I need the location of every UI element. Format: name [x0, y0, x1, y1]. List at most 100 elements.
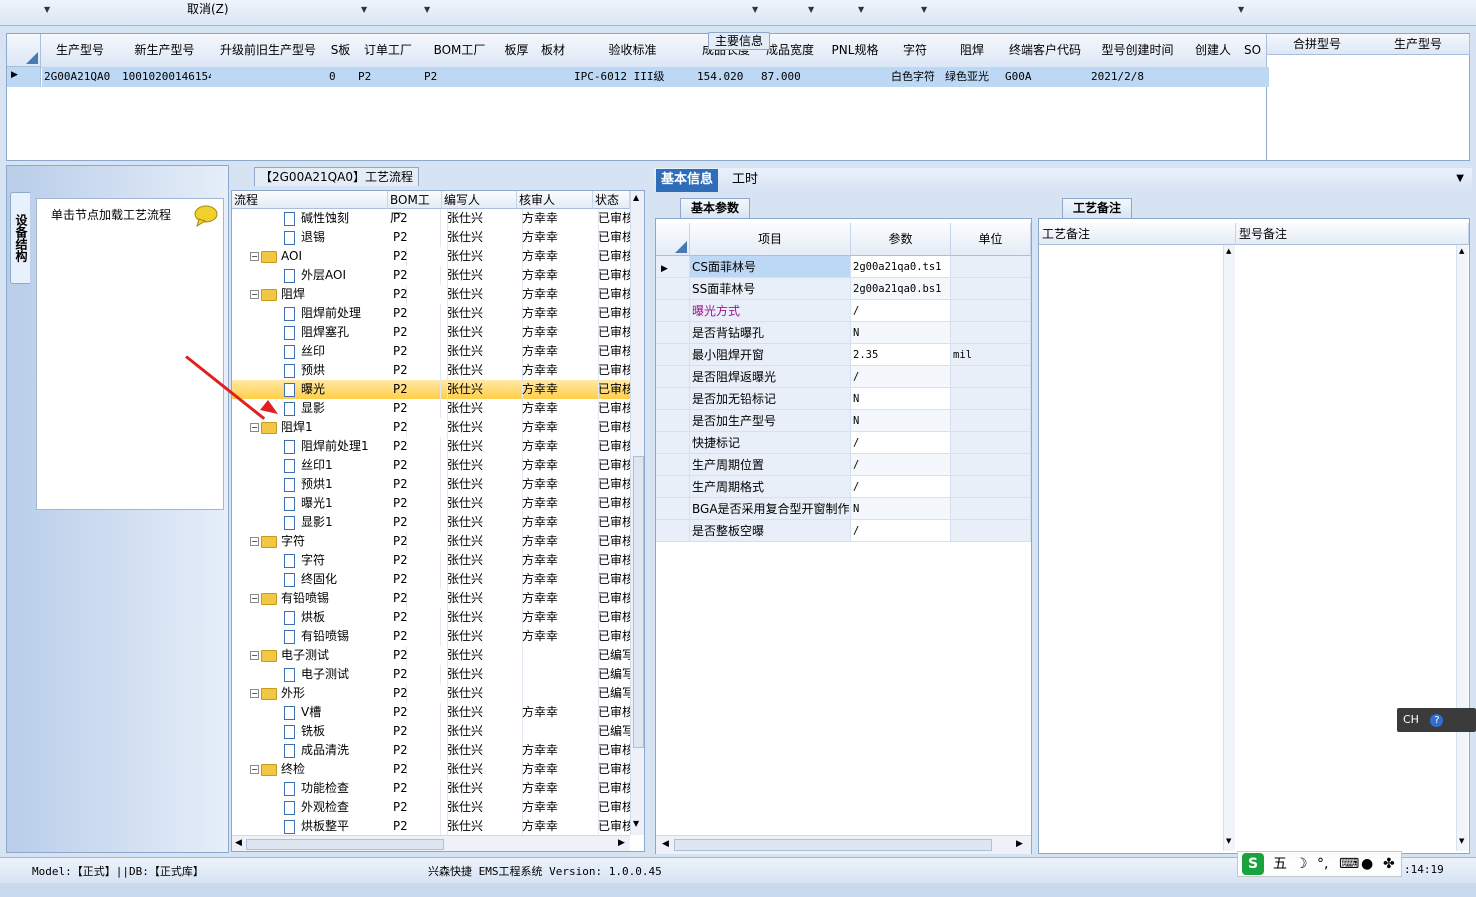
- tree-row[interactable]: − AOI P2张仕兴方幸幸已审核: [232, 247, 630, 266]
- param-value[interactable]: N: [851, 498, 951, 520]
- column-header[interactable]: 新生产型号: [119, 34, 211, 68]
- tree-row[interactable]: − 阻焊 P2张仕兴方幸幸已审核: [232, 285, 630, 304]
- column-header[interactable]: 板厚: [498, 34, 536, 68]
- row-indicator[interactable]: ▶: [7, 67, 41, 87]
- tree-node[interactable]: − 阻焊: [232, 285, 407, 304]
- tree-vertical-scrollbar[interactable]: ▲ ▼: [630, 191, 644, 835]
- param-unit[interactable]: [951, 498, 1031, 520]
- scroll-left-icon[interactable]: ◀: [235, 838, 242, 848]
- cell[interactable]: 0: [327, 67, 358, 87]
- collapse-icon[interactable]: −: [250, 765, 259, 774]
- tree-cell-reviewer[interactable]: 方幸幸: [517, 741, 599, 760]
- tree-cell-reviewer[interactable]: 方幸幸: [517, 817, 599, 835]
- tree-cell-reviewer[interactable]: 方幸幸: [517, 532, 599, 551]
- tree-cell-reviewer[interactable]: [517, 665, 599, 684]
- cell[interactable]: 2G00A21QA0: [42, 67, 122, 87]
- row-selector[interactable]: [656, 498, 690, 520]
- tree-cell-status[interactable]: 已审核: [593, 608, 630, 627]
- param-value[interactable]: 2g00a21qa0.bs1: [851, 278, 951, 300]
- tree-node[interactable]: − 有铅喷锡: [232, 589, 407, 608]
- cancel-button[interactable]: 取消(Z): [187, 0, 229, 17]
- tree-cell-writer[interactable]: 张仕兴: [442, 494, 523, 513]
- tree-cell-writer[interactable]: 张仕兴: [442, 551, 523, 570]
- cell[interactable]: G00A: [1003, 67, 1091, 87]
- tree-cell-writer[interactable]: 张仕兴: [442, 475, 523, 494]
- row-selector[interactable]: [656, 454, 690, 476]
- param-unit[interactable]: [951, 476, 1031, 498]
- ime-toolbar[interactable]: S 五 ☽ °, ⌨ ● ✤: [1237, 851, 1402, 877]
- tree-cell-writer[interactable]: 张仕兴: [442, 722, 523, 741]
- params-horizontal-scrollbar[interactable]: ◀ ▶: [656, 835, 1031, 854]
- cell[interactable]: [1240, 67, 1269, 87]
- apps-icon[interactable]: ✤: [1383, 852, 1395, 876]
- tree-cell-bom[interactable]: P2: [388, 570, 448, 589]
- column-header[interactable]: 创建人: [1187, 34, 1240, 68]
- column-header[interactable]: 型号创建时间: [1088, 34, 1188, 68]
- tree-cell-reviewer[interactable]: 方幸幸: [517, 798, 599, 817]
- param-value[interactable]: /: [851, 476, 951, 498]
- param-unit[interactable]: [951, 520, 1031, 542]
- tree-cell-writer[interactable]: 张仕兴: [442, 323, 523, 342]
- tree-column-header[interactable]: BOM工厂: [388, 191, 442, 225]
- cell[interactable]: 绿色亚光: [943, 67, 1005, 87]
- tree-cell-bom[interactable]: P2: [388, 703, 448, 722]
- tree-cell-status[interactable]: 已审核: [593, 304, 630, 323]
- tree-node[interactable]: − 字符: [232, 532, 407, 551]
- tree-cell-reviewer[interactable]: 方幸幸: [517, 456, 599, 475]
- scroll-right-icon[interactable]: ▶: [618, 838, 625, 848]
- param-value[interactable]: /: [851, 432, 951, 454]
- tree-cell-bom[interactable]: P2: [388, 589, 448, 608]
- scroll-thumb[interactable]: [246, 839, 444, 850]
- tree-node[interactable]: − 终检: [232, 760, 407, 779]
- tree-cell-bom[interactable]: P2: [388, 399, 448, 418]
- cell[interactable]: [499, 67, 538, 87]
- tree-cell-status[interactable]: 已审核: [593, 399, 630, 418]
- moon-icon[interactable]: ☽: [1295, 852, 1308, 876]
- tree-cell-reviewer[interactable]: 方幸幸: [517, 494, 599, 513]
- tree-row[interactable]: 阻焊前处理 P2张仕兴方幸幸已审核: [232, 304, 630, 323]
- param-unit[interactable]: [951, 256, 1031, 278]
- help-icon[interactable]: ?: [1430, 714, 1444, 727]
- cell[interactable]: P2: [422, 67, 501, 87]
- param-item[interactable]: 是否加生产型号: [690, 410, 851, 432]
- tree-cell-reviewer[interactable]: 方幸幸: [517, 760, 599, 779]
- tree-row[interactable]: 预烘 P2张仕兴方幸幸已审核: [232, 361, 630, 380]
- tree-cell-status[interactable]: 已审核: [593, 342, 630, 361]
- subtab-basic-params[interactable]: 基本参数: [680, 198, 751, 218]
- tree-cell-writer[interactable]: 张仕兴: [442, 741, 523, 760]
- tree-cell-bom[interactable]: P2: [388, 361, 448, 380]
- tree-cell-writer[interactable]: 张仕兴: [442, 247, 523, 266]
- column-header[interactable]: S板: [326, 34, 356, 68]
- param-item[interactable]: 是否整板空曝: [690, 520, 851, 542]
- tree-row[interactable]: 曝光1 P2张仕兴方幸幸已审核: [232, 494, 630, 513]
- row-selector[interactable]: [656, 432, 690, 454]
- punctuation-icon[interactable]: °,: [1317, 852, 1328, 876]
- param-item[interactable]: 是否背钻曝孔: [690, 322, 851, 344]
- tab-basic-info[interactable]: 基本信息: [656, 169, 719, 192]
- tree-cell-bom[interactable]: P2: [388, 342, 448, 361]
- tree-cell-bom[interactable]: P2: [388, 817, 448, 835]
- tree-cell-writer[interactable]: 张仕兴: [442, 684, 523, 703]
- tree-cell-reviewer[interactable]: 方幸幸: [517, 418, 599, 437]
- tree-cell-bom[interactable]: P2: [388, 475, 448, 494]
- ime-mode[interactable]: 五: [1273, 852, 1287, 876]
- row-selector[interactable]: ▶: [656, 256, 690, 278]
- tree-cell-bom[interactable]: P2: [388, 380, 448, 399]
- param-value[interactable]: /: [851, 366, 951, 388]
- tree-cell-reviewer[interactable]: 方幸幸: [517, 380, 599, 399]
- tree-cell-bom[interactable]: P2: [388, 323, 448, 342]
- tree-cell-reviewer[interactable]: 方幸幸: [517, 304, 599, 323]
- tree-row[interactable]: 丝印 P2张仕兴方幸幸已审核: [232, 342, 630, 361]
- param-unit[interactable]: [951, 432, 1031, 454]
- tree-cell-bom[interactable]: P2: [388, 304, 448, 323]
- cell[interactable]: [211, 67, 329, 87]
- tree-row[interactable]: 字符 P2张仕兴方幸幸已审核: [232, 551, 630, 570]
- param-value[interactable]: /: [851, 300, 951, 322]
- param-item[interactable]: CS面菲林号: [690, 256, 851, 278]
- tree-cell-bom[interactable]: P2: [388, 494, 448, 513]
- tree-cell-writer[interactable]: 张仕兴: [442, 817, 523, 835]
- tree-row[interactable]: − 终检 P2张仕兴方幸幸已审核: [232, 760, 630, 779]
- scroll-down-icon[interactable]: ▼: [1459, 837, 1464, 845]
- tree-row[interactable]: − 字符 P2张仕兴方幸幸已审核: [232, 532, 630, 551]
- tree-row[interactable]: 碱性蚀刻P2张仕兴方幸幸已审核: [232, 209, 630, 228]
